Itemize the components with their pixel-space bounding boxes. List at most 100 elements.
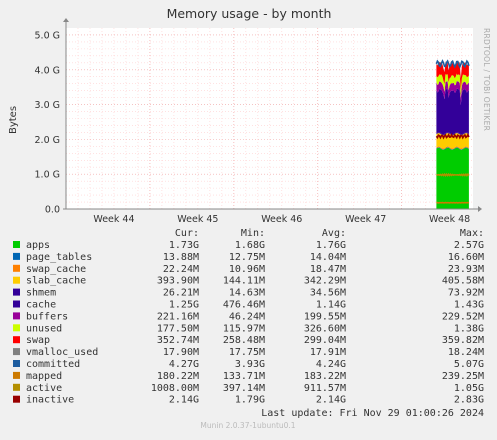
legend-value-avg: 1.76G <box>316 240 346 251</box>
legend-value-cur: 221.16M <box>157 311 199 322</box>
legend-value-min: 133.71M <box>223 371 265 382</box>
legend-value-avg: 18.47M <box>310 264 346 275</box>
legend-value-avg: 299.04M <box>304 335 346 346</box>
legend-name: active <box>26 383 62 394</box>
legend-value-avg: 199.55M <box>304 311 346 322</box>
legend-value-cur: 352.74M <box>157 335 199 346</box>
legend-value-min: 46.24M <box>229 311 265 322</box>
legend-value-cur: 1.73G <box>169 240 199 251</box>
legend-value-max: 405.58M <box>442 276 484 287</box>
legend-value-max: 1.05G <box>454 383 484 394</box>
chart-title: Memory usage - by month <box>167 6 332 21</box>
legend-swatch <box>13 336 20 343</box>
x-tick-label: Week 48 <box>429 214 470 225</box>
legend-swatch <box>13 360 20 367</box>
legend-value-cur: 26.21M <box>163 288 199 299</box>
legend-name: mapped <box>26 371 62 382</box>
legend-name: vmalloc_used <box>26 347 98 358</box>
legend-header: Avg: <box>322 228 346 239</box>
legend-swatch <box>13 265 20 272</box>
legend-value-cur: 393.90M <box>157 276 199 287</box>
legend-value-min: 14.63M <box>229 288 265 299</box>
legend-value-avg: 34.56M <box>310 288 346 299</box>
legend-value-max: 73.92M <box>448 288 484 299</box>
legend-value-min: 115.97M <box>223 323 265 334</box>
legend-value-avg: 326.60M <box>304 323 346 334</box>
legend-name: cache <box>26 300 56 311</box>
legend-value-min: 12.75M <box>229 252 265 263</box>
legend-swatch <box>13 312 20 319</box>
x-tick-label: Week 45 <box>177 214 218 225</box>
y-tick-label: 0.0 <box>45 205 60 216</box>
legend-name: shmem <box>26 288 56 299</box>
legend-value-cur: 2.14G <box>169 395 199 406</box>
x-tick-label: Week 47 <box>345 214 386 225</box>
line-active <box>436 174 469 175</box>
x-tick-label: Week 44 <box>93 214 134 225</box>
legend-value-max: 2.57G <box>454 240 484 251</box>
legend-value-max: 1.43G <box>454 300 484 311</box>
legend-name: buffers <box>26 311 68 322</box>
legend-value-cur: 13.88M <box>163 252 199 263</box>
legend-name: inactive <box>26 395 74 406</box>
legend-name: slab_cache <box>26 276 86 287</box>
y-tick-label: 1.0 G <box>35 170 61 181</box>
legend-value-avg: 183.22M <box>304 371 346 382</box>
legend-name: unused <box>26 323 62 334</box>
legend-value-cur: 1008.00M <box>151 383 199 394</box>
legend-value-max: 16.60M <box>448 252 484 263</box>
legend-swatch <box>13 241 20 248</box>
legend-value-min: 1.79G <box>235 395 265 406</box>
legend-swatch <box>13 324 20 331</box>
munin-graph: Memory usage - by month Bytes RRDTOOL / … <box>0 0 497 436</box>
legend-value-avg: 4.24G <box>316 359 346 370</box>
legend-swatch <box>13 384 20 391</box>
legend-value-min: 3.93G <box>235 359 265 370</box>
legend-value-max: 229.52M <box>442 311 484 322</box>
y-tick-label: 5.0 G <box>35 30 61 41</box>
legend-value-cur: 177.50M <box>157 323 199 334</box>
legend-value-avg: 2.14G <box>316 395 346 406</box>
legend-value-min: 258.48M <box>223 335 265 346</box>
legend-value-cur: 4.27G <box>169 359 199 370</box>
rrdtool-credit: RRDTOOL / TOBI OETIKER <box>482 28 491 131</box>
legend-value-min: 1.68G <box>235 240 265 251</box>
legend-value-max: 239.25M <box>442 371 484 382</box>
legend-swatch <box>13 372 20 379</box>
legend-swatch <box>13 396 20 403</box>
y-tick-label: 3.0 G <box>35 100 61 111</box>
legend-value-min: 10.96M <box>229 264 265 275</box>
legend-name: swap_cache <box>26 264 86 275</box>
legend-name: swap <box>26 335 50 346</box>
legend-value-cur: 22.24M <box>163 264 199 275</box>
legend-swatch <box>13 348 20 355</box>
legend-value-avg: 911.57M <box>304 383 346 394</box>
legend-value-avg: 17.91M <box>310 347 346 358</box>
y-axis-label: Bytes <box>8 106 19 134</box>
legend-value-min: 17.75M <box>229 347 265 358</box>
legend-swatch <box>13 277 20 284</box>
legend-value-cur: 17.90M <box>163 347 199 358</box>
area-cache <box>436 89 469 135</box>
legend-value-max: 18.24M <box>448 347 484 358</box>
legend-name: committed <box>26 359 80 370</box>
legend-value-cur: 1.25G <box>169 300 199 311</box>
munin-footer: Munin 2.0.37-1ubuntu0.1 <box>200 421 295 430</box>
legend-value-max: 1.38G <box>454 323 484 334</box>
legend-value-max: 2.83G <box>454 395 484 406</box>
legend-header: Max: <box>460 228 484 239</box>
legend-name: page_tables <box>26 252 92 263</box>
legend-value-min: 144.11M <box>223 276 265 287</box>
legend-value-avg: 1.14G <box>316 300 346 311</box>
legend-swatch <box>13 289 20 296</box>
last-update: Last update: Fri Nov 29 01:00:26 2024 <box>261 408 484 419</box>
legend-header: Min: <box>241 228 265 239</box>
memory-chart: Memory usage - by month Bytes RRDTOOL / … <box>0 0 497 436</box>
y-tick-label: 4.0 G <box>35 65 61 76</box>
legend-swatch <box>13 301 20 308</box>
legend-value-max: 5.07G <box>454 359 484 370</box>
legend-value-min: 397.14M <box>223 383 265 394</box>
legend-value-max: 359.82M <box>442 335 484 346</box>
legend-header: Cur: <box>175 228 199 239</box>
legend-swatch <box>13 253 20 260</box>
